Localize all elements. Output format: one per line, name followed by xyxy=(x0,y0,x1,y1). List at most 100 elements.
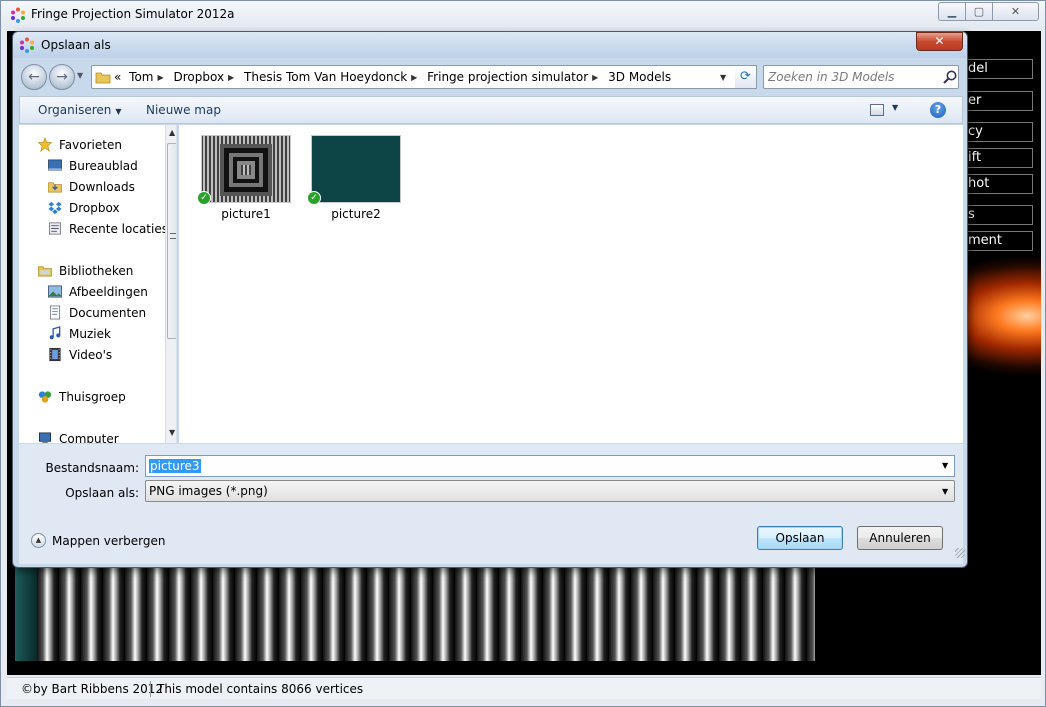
breadcrumb-tom[interactable]: Tom xyxy=(129,70,153,84)
scroll-grip xyxy=(170,233,176,239)
address-bar[interactable]: « Tom ▶ Dropbox ▶ Thesis Tom Van Hoeydonck… xyxy=(91,65,737,89)
savetype-select[interactable]: PNG images (*.png) ▼ xyxy=(145,480,955,502)
recent-places-icon xyxy=(49,222,61,235)
pictures-icon xyxy=(48,285,62,298)
chevron-down-icon: ▼ xyxy=(115,107,122,116)
save-as-dialog: Opslaan als ✕ ← → ▼ « Tom ▶ Dropbox ▶ Thes… xyxy=(12,31,968,568)
nav-dropbox-label: Dropbox xyxy=(69,201,120,215)
chevron-up-icon: ▲ xyxy=(31,533,46,548)
side-button-panel: del er cy ift hot s ment xyxy=(967,31,1041,675)
downloads-folder-icon xyxy=(48,182,62,193)
scroll-down-icon[interactable]: ▼ xyxy=(169,428,175,437)
organize-label: Organiseren xyxy=(38,103,112,117)
nav-videos-label: Video's xyxy=(69,348,113,362)
side-button-3[interactable]: cy xyxy=(967,122,1033,142)
filename-label: Bestandsnaam: xyxy=(45,461,139,475)
file-thumbnail xyxy=(311,135,401,203)
savetype-dropdown-icon[interactable]: ▼ xyxy=(942,487,948,496)
file-item[interactable]: ✓ picture1 xyxy=(197,135,293,225)
address-dropdown-icon[interactable]: ▼ xyxy=(720,73,726,82)
app-title: Fringe Projection Simulator 2012a xyxy=(31,7,235,21)
fringe-pattern-view xyxy=(37,566,815,661)
app-close-button[interactable]: ✕ xyxy=(992,2,1039,21)
scroll-thumb[interactable] xyxy=(167,143,176,339)
dialog-titlebar: Opslaan als ✕ xyxy=(13,32,967,58)
chevron-right-icon[interactable]: ▶ xyxy=(592,73,598,82)
savetype-label: Opslaan als: xyxy=(65,486,139,500)
star-icon xyxy=(37,137,53,152)
dropbox-icon xyxy=(48,201,62,215)
side-button-6[interactable]: s xyxy=(967,205,1033,225)
chevron-right-icon[interactable]: ▶ xyxy=(228,73,234,82)
search-box xyxy=(763,65,959,89)
file-list: ✓ picture1 ✓ picture2 xyxy=(179,125,963,443)
refresh-button[interactable]: ⟳ xyxy=(735,65,757,89)
cancel-button[interactable]: Annuleren xyxy=(857,526,943,550)
status-vertices: This model contains 8066 vertices xyxy=(157,682,364,696)
resize-grip[interactable] xyxy=(955,548,965,558)
sync-check-icon: ✓ xyxy=(307,191,321,205)
status-divider xyxy=(150,681,151,697)
status-bar: ©by Bart Ribbens 2012 This model contain… xyxy=(7,677,1041,699)
hide-folders-label: Mappen verbergen xyxy=(52,534,166,548)
dialog-title: Opslaan als xyxy=(41,38,111,52)
side-button-4[interactable]: ift xyxy=(967,148,1033,168)
dialog-toolbar: Organiseren ▼ Nieuwe map ▼ ? xyxy=(19,96,963,124)
filename-input[interactable]: picture3 ▼ xyxy=(145,455,955,477)
breadcrumb-dropbox[interactable]: Dropbox xyxy=(173,70,224,84)
homegroup-icon xyxy=(38,391,52,403)
address-row: ← → ▼ « Tom ▶ Dropbox ▶ Thesis Tom Van Hoe… xyxy=(19,62,963,92)
file-thumbnail xyxy=(201,135,291,203)
side-button-2[interactable]: er xyxy=(967,91,1033,111)
filename-value[interactable]: picture3 xyxy=(149,459,201,473)
scroll-up-icon[interactable]: ▲ xyxy=(169,128,175,137)
view-dropdown-icon[interactable]: ▼ xyxy=(892,103,898,112)
thumbnail-pattern xyxy=(220,144,272,196)
folder-icon xyxy=(95,72,111,84)
savetype-value: PNG images (*.png) xyxy=(149,484,268,498)
view-options-icon[interactable] xyxy=(870,104,884,116)
breadcrumb-thesis[interactable]: Thesis Tom Van Hoeydonck xyxy=(244,70,407,84)
organize-menu[interactable]: Organiseren ▼ xyxy=(38,103,122,117)
breadcrumb-lead[interactable]: « xyxy=(114,70,121,84)
minimize-button[interactable]: ▁ xyxy=(938,2,966,21)
status-copyright: ©by Bart Ribbens 2012 xyxy=(21,682,164,696)
nav-documents-label: Documenten xyxy=(69,306,147,320)
file-name: picture2 xyxy=(331,207,381,221)
dialog-close-button[interactable]: ✕ xyxy=(916,32,963,51)
save-fields: Bestandsnaam: picture3 ▼ Opslaan als: PN… xyxy=(19,444,965,564)
file-item[interactable]: ✓ picture2 xyxy=(307,135,403,225)
search-icon[interactable] xyxy=(942,69,958,85)
back-button[interactable]: ← xyxy=(21,64,47,90)
nav-music-label: Muziek xyxy=(69,327,111,341)
side-button-7[interactable]: ment xyxy=(967,231,1033,251)
search-input[interactable] xyxy=(768,69,938,85)
side-button-5[interactable]: hot xyxy=(967,174,1033,194)
app-logo-icon xyxy=(11,7,25,23)
save-button[interactable]: Opslaan xyxy=(757,526,843,550)
sync-check-icon: ✓ xyxy=(197,191,211,205)
forward-button[interactable]: → xyxy=(49,64,75,90)
documents-icon xyxy=(49,305,61,320)
breadcrumb-simulator[interactable]: Fringe projection simulator xyxy=(427,70,588,84)
new-folder-button[interactable]: Nieuwe map xyxy=(146,103,221,117)
file-name: picture1 xyxy=(221,207,271,221)
maximize-button[interactable]: ▢ xyxy=(965,2,993,21)
nav-libraries-label: Bibliotheken xyxy=(59,264,134,278)
nav-scrollbar[interactable]: ▲ ▼ xyxy=(165,125,176,443)
nav-computer-label: Computer xyxy=(59,432,119,443)
filename-dropdown-icon[interactable]: ▼ xyxy=(942,461,948,470)
nav-homegroup-label: Thuisgroep xyxy=(59,390,126,404)
history-dropdown-icon[interactable]: ▼ xyxy=(77,71,83,80)
nav-favorites-label: Favorieten xyxy=(59,138,122,152)
libraries-icon xyxy=(38,266,52,277)
side-button-1[interactable]: del xyxy=(967,59,1033,79)
nav-desktop-label: Bureaublad xyxy=(69,159,138,173)
fringe-edge xyxy=(15,566,37,661)
app-titlebar: Fringe Projection Simulator 2012a ▁ ▢ ✕ xyxy=(1,1,1045,29)
chevron-right-icon[interactable]: ▶ xyxy=(411,73,417,82)
help-button[interactable]: ? xyxy=(930,102,946,118)
chevron-right-icon[interactable]: ▶ xyxy=(158,73,164,82)
dialog-logo-icon xyxy=(20,37,34,53)
breadcrumb-3d-models[interactable]: 3D Models xyxy=(608,70,671,84)
